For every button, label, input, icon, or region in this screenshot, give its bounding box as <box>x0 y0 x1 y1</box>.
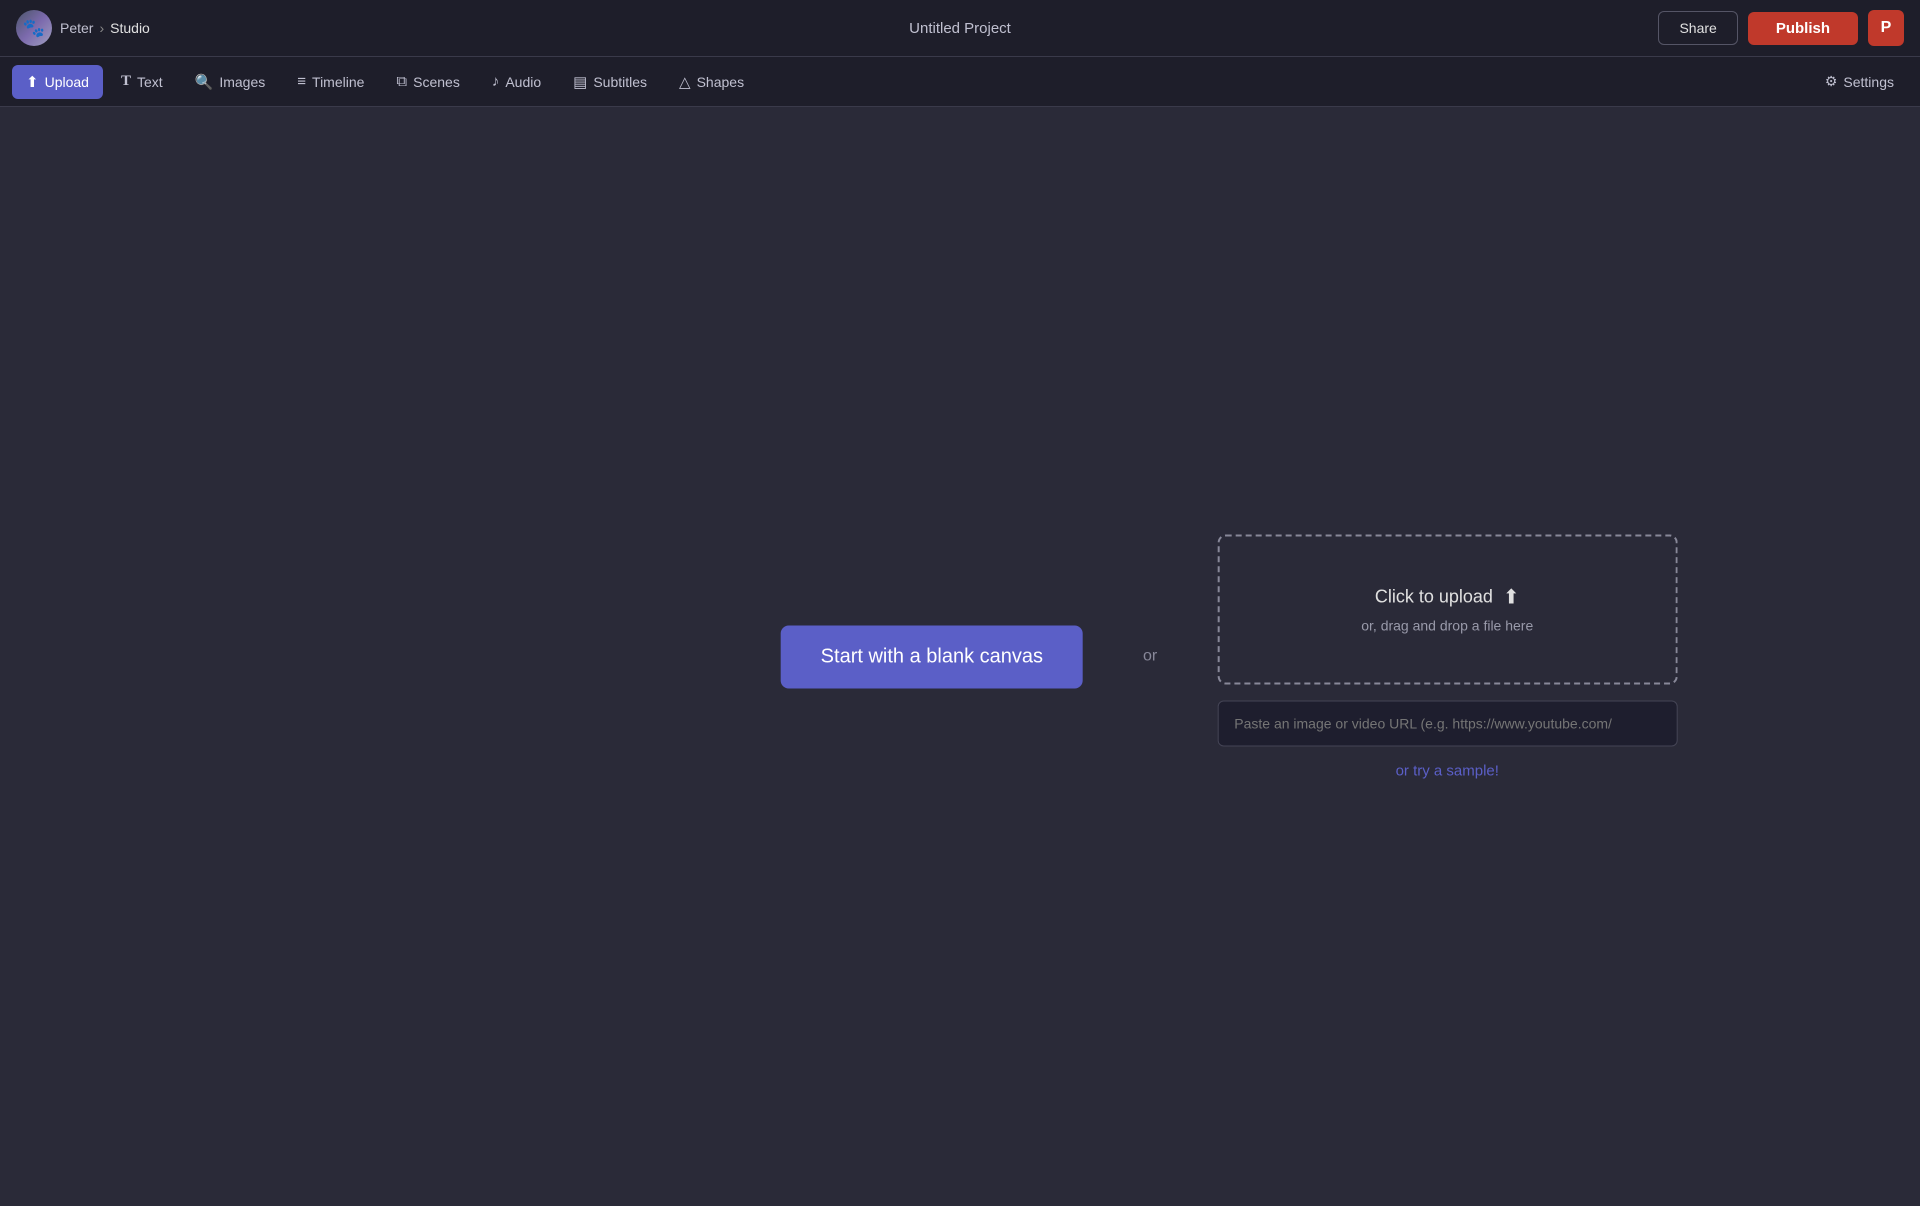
canvas-content: Start with a blank canvas or Click to up… <box>781 534 1678 779</box>
toolbar-label-timeline: Timeline <box>312 74 364 90</box>
top-bar-right: Share Publish P <box>1658 10 1904 46</box>
scenes-icon: ⧉ <box>396 73 407 90</box>
top-bar-left: 🐾 Peter › Studio <box>16 10 150 46</box>
shapes-icon: △ <box>679 73 691 91</box>
toolbar: ⬆ Upload T Text 🔍 Images ≡ Timeline ⧉ Sc… <box>0 57 1920 107</box>
settings-icon: ⚙ <box>1825 73 1838 90</box>
click-to-upload-text: Click to upload ⬆ <box>1375 585 1520 610</box>
share-button[interactable]: Share <box>1658 11 1737 45</box>
upload-area: Click to upload ⬆ or, drag and drop a fi… <box>1217 534 1677 779</box>
toolbar-item-subtitles[interactable]: ▤ Subtitles <box>559 65 661 99</box>
toolbar-item-text[interactable]: T Text <box>107 65 177 98</box>
try-sample-link[interactable]: or try a sample! <box>1217 762 1677 779</box>
toolbar-label-text: Text <box>137 74 163 90</box>
upload-drop-icon: ⬆ <box>1503 585 1520 610</box>
settings-button[interactable]: ⚙ Settings <box>1811 65 1908 98</box>
toolbar-item-audio[interactable]: ♪ Audio <box>478 65 555 98</box>
breadcrumb-separator: › <box>99 20 104 36</box>
upload-icon: ⬆ <box>26 73 39 91</box>
audio-icon: ♪ <box>492 73 500 90</box>
breadcrumb-user[interactable]: Peter <box>60 20 93 36</box>
avatar-image: 🐾 <box>16 10 52 46</box>
blank-canvas-button[interactable]: Start with a blank canvas <box>781 625 1083 688</box>
top-bar: 🐾 Peter › Studio Untitled Project Share … <box>0 0 1920 57</box>
toolbar-item-upload[interactable]: ⬆ Upload <box>12 65 103 99</box>
toolbar-item-scenes[interactable]: ⧉ Scenes <box>382 65 473 98</box>
drag-drop-text: or, drag and drop a file here <box>1361 618 1533 634</box>
toolbar-label-upload: Upload <box>45 74 89 90</box>
publish-button[interactable]: Publish <box>1748 12 1858 45</box>
toolbar-label-subtitles: Subtitles <box>593 74 647 90</box>
breadcrumb: Peter › Studio <box>60 20 150 36</box>
or-separator: or <box>1143 648 1157 666</box>
settings-label: Settings <box>1843 74 1894 90</box>
text-icon: T <box>121 73 131 90</box>
toolbar-item-timeline[interactable]: ≡ Timeline <box>283 65 378 98</box>
upload-drop-zone[interactable]: Click to upload ⬆ or, drag and drop a fi… <box>1217 534 1677 684</box>
toolbar-label-images: Images <box>219 74 265 90</box>
subtitles-icon: ▤ <box>573 73 587 91</box>
toolbar-label-shapes: Shapes <box>697 74 744 90</box>
main-area: Start with a blank canvas or Click to up… <box>0 107 1920 1206</box>
click-to-upload-label: Click to upload <box>1375 587 1493 608</box>
toolbar-item-shapes[interactable]: △ Shapes <box>665 65 758 99</box>
avatar[interactable]: 🐾 <box>16 10 52 46</box>
breadcrumb-current: Studio <box>110 20 150 36</box>
project-title[interactable]: Untitled Project <box>909 20 1011 37</box>
url-input[interactable] <box>1217 700 1677 746</box>
toolbar-item-images[interactable]: 🔍 Images <box>181 65 280 99</box>
toolbar-label-audio: Audio <box>505 74 541 90</box>
user-avatar-button[interactable]: P <box>1868 10 1904 46</box>
toolbar-label-scenes: Scenes <box>413 74 460 90</box>
images-icon: 🔍 <box>195 73 214 91</box>
timeline-icon: ≡ <box>297 73 306 90</box>
